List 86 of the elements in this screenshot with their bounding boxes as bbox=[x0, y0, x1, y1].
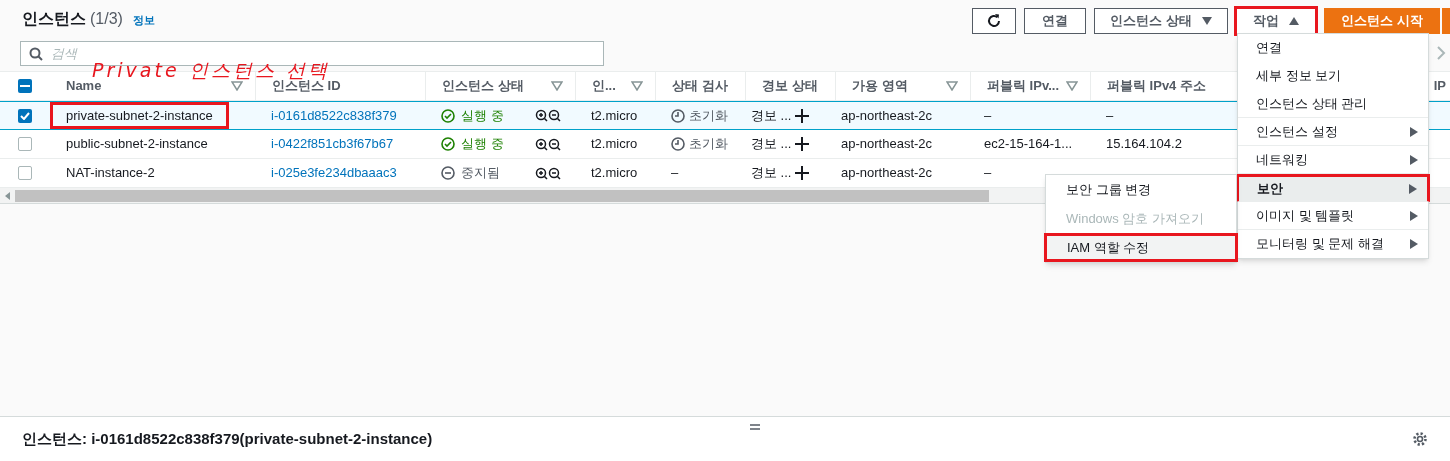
zoom-icon bbox=[535, 109, 561, 122]
status-text: 중지됨 bbox=[461, 164, 501, 183]
column-header[interactable]: IP bbox=[1433, 76, 1446, 96]
column-header[interactable]: 경보 상태 bbox=[762, 76, 823, 96]
plus-icon bbox=[795, 108, 810, 123]
instance-id-link[interactable]: i-0422f851cb3f67b67 bbox=[271, 134, 394, 154]
refresh-button[interactable] bbox=[972, 8, 1016, 34]
caret-icon bbox=[1289, 17, 1299, 25]
submenu-arrow-icon bbox=[1409, 184, 1417, 194]
plus-icon bbox=[795, 166, 810, 180]
menu-item[interactable]: 모니터링 및 문제 해결 bbox=[1238, 230, 1428, 258]
menu-item[interactable]: 세부 정보 보기 bbox=[1238, 62, 1428, 90]
menu-item[interactable]: 연결 bbox=[1238, 34, 1428, 62]
check-circle-icon bbox=[441, 137, 455, 151]
sort-icon bbox=[946, 81, 958, 91]
table-cell-text: ap-northeast-2c bbox=[841, 164, 933, 183]
status-text: 실행 중 bbox=[461, 135, 505, 154]
submenu-arrow-icon bbox=[1410, 154, 1418, 165]
zoom-icon bbox=[535, 166, 561, 180]
table-cell-text: ap-northeast-2c bbox=[841, 106, 933, 125]
status-text: 초기화 bbox=[689, 135, 728, 154]
sort-icon bbox=[1066, 81, 1078, 91]
instance-count: (1/3) bbox=[90, 9, 123, 29]
submenu-arrow-icon bbox=[1410, 210, 1418, 221]
column-header[interactable]: 상태 검사 bbox=[672, 76, 733, 96]
settings-icon[interactable] bbox=[1412, 431, 1428, 447]
info-link[interactable]: 정보 bbox=[132, 12, 155, 29]
chevron-right-icon bbox=[1436, 46, 1446, 60]
minus-icon bbox=[20, 85, 30, 87]
check-circle-icon bbox=[441, 108, 455, 123]
table-cell-text: 경보 ... bbox=[751, 106, 792, 125]
status-text: 실행 중 bbox=[461, 106, 505, 125]
table-cell-text: public-subnet-2-instance bbox=[66, 135, 208, 154]
column-header[interactable]: 인스턴스 상태 bbox=[442, 76, 563, 96]
submenu-arrow-icon bbox=[1410, 126, 1418, 137]
table-cell-text: ap-northeast-2c bbox=[841, 135, 933, 154]
table-cell-text: t2.micro bbox=[591, 135, 638, 154]
sort-icon bbox=[631, 81, 643, 91]
plus-icon bbox=[795, 137, 810, 151]
sort-icon bbox=[231, 81, 243, 91]
menu-item[interactable]: 이미지 및 템플릿 bbox=[1238, 202, 1428, 230]
row-checkbox[interactable] bbox=[18, 166, 32, 180]
minus-circle-icon bbox=[441, 166, 455, 180]
table-cell-text: – bbox=[984, 164, 992, 183]
refresh-icon bbox=[986, 13, 1002, 29]
submenu-arrow-icon bbox=[1410, 239, 1418, 249]
column-header[interactable]: 퍼블릭 IPv... bbox=[987, 76, 1078, 96]
column-header[interactable]: 가용 영역 bbox=[852, 76, 958, 96]
scroll-left-icon bbox=[5, 191, 10, 200]
column-header[interactable]: 퍼블릭 IPv4 주소 bbox=[1107, 76, 1228, 96]
table-cell: private-subnet-2-instance bbox=[50, 101, 229, 130]
instance-id-link[interactable]: i-0161d8522c838f379 bbox=[271, 105, 397, 126]
panel-title: 인스턴스: i-0161d8522c838f379(private-subnet-2-instance) bbox=[22, 428, 434, 449]
connect-button[interactable]: 연결 bbox=[1024, 8, 1086, 34]
menu-item[interactable]: 인스턴스 상태 관리 bbox=[1238, 90, 1428, 118]
table-cell-text: t2.micro bbox=[591, 106, 638, 125]
table-cell-text: – bbox=[1106, 106, 1114, 125]
row-checkbox[interactable] bbox=[18, 108, 32, 123]
table-cell-text: 15.164.104.2 bbox=[1106, 135, 1182, 154]
check-icon bbox=[20, 111, 30, 120]
table-cell-text: 경보 ... bbox=[751, 164, 792, 183]
caret-icon bbox=[1201, 17, 1212, 25]
page-title: 인스턴스 bbox=[22, 9, 86, 29]
clock-icon bbox=[671, 108, 685, 123]
row-checkbox[interactable] bbox=[18, 137, 32, 151]
sort-icon bbox=[551, 81, 563, 91]
scrollbar-thumb[interactable] bbox=[15, 189, 989, 202]
menu-item[interactable]: 보안 bbox=[1236, 174, 1430, 202]
table-cell-text: – bbox=[671, 164, 679, 183]
dropdown-button[interactable]: 인스턴스 상태 bbox=[1094, 8, 1228, 34]
table-cell-text: – bbox=[984, 106, 992, 125]
select-all-checkbox[interactable] bbox=[18, 79, 32, 93]
status-text: 초기화 bbox=[689, 106, 728, 125]
clock-icon bbox=[671, 137, 685, 151]
zoom-icon bbox=[535, 137, 561, 151]
table-cell-text: 경보 ... bbox=[751, 135, 792, 154]
dropdown-button[interactable]: 작업 bbox=[1234, 6, 1318, 36]
table-cell-text: t2.micro bbox=[591, 164, 638, 183]
menu-item[interactable]: 인스턴스 설정 bbox=[1238, 118, 1428, 146]
instance-id-link[interactable]: i-025e3fe234dbaaac3 bbox=[271, 163, 397, 183]
table-cell-text: ec2-15-164-1... bbox=[984, 135, 1073, 154]
menu-item[interactable]: IAM 역할 수정 bbox=[1044, 233, 1238, 262]
table-cell-text: NAT-instance-2 bbox=[66, 164, 155, 183]
drag-handle-icon bbox=[750, 424, 760, 430]
search-icon bbox=[29, 46, 43, 61]
column-header[interactable]: 인... bbox=[592, 76, 643, 96]
